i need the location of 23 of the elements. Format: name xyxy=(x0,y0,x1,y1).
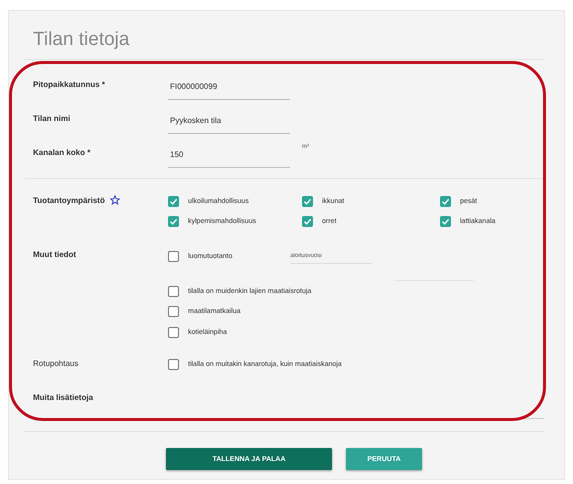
checkbox[interactable] xyxy=(440,216,451,227)
checkbox[interactable] xyxy=(168,250,179,262)
field-label: Rotupohtaus xyxy=(33,358,80,368)
field-label: Pitopaikkatunnus * xyxy=(33,79,106,89)
checkbox[interactable] xyxy=(168,196,179,206)
field-label: Kanalan koko * xyxy=(33,147,92,157)
checkbox[interactable] xyxy=(168,216,179,227)
checkbox[interactable] xyxy=(168,326,179,338)
field-label: Tilan nimi xyxy=(33,113,72,123)
field-label: Tuotantoympäristö xyxy=(33,196,105,204)
checkbox[interactable] xyxy=(168,359,179,370)
checkbox[interactable] xyxy=(440,196,451,206)
page-title: Tilan tietoja xyxy=(33,28,130,52)
input-field[interactable]: Pyykosken tila xyxy=(168,112,290,134)
star-icon xyxy=(110,195,120,205)
checkbox[interactable] xyxy=(302,196,313,206)
field-label: Muita lisätietoja xyxy=(33,392,94,402)
input-field[interactable]: FI000000099 xyxy=(168,78,290,100)
input-field[interactable]: 150 xyxy=(168,146,290,168)
checkbox[interactable] xyxy=(168,306,179,317)
checkbox[interactable] xyxy=(302,216,313,227)
field-label: Muut tiedot xyxy=(33,249,78,259)
checkbox[interactable] xyxy=(168,286,179,296)
